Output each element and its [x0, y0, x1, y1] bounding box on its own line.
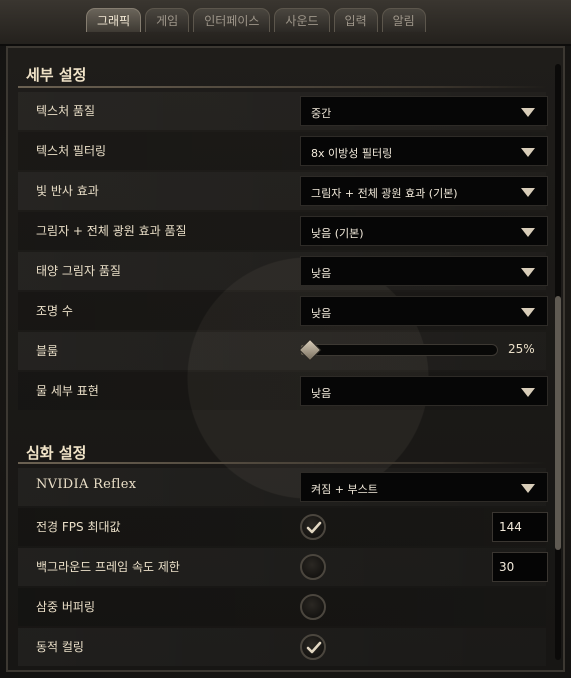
setting-label: 물 세부 표현	[36, 384, 99, 398]
dropdown-value: 낮음	[311, 387, 332, 400]
chevron-down-icon	[521, 308, 535, 317]
bloom-slider-thumb[interactable]	[298, 338, 322, 362]
section-title-advanced: 심화 설정	[26, 444, 87, 462]
triple-buffering-checkbox[interactable]	[300, 594, 326, 620]
scrollbar-thumb[interactable]	[555, 296, 561, 550]
setting-label: 전경 FPS 최대값	[36, 520, 121, 534]
chevron-down-icon	[521, 108, 535, 117]
texture-filtering-dropdown[interactable]: 8x 이방성 필터링	[300, 136, 548, 166]
setting-label: 태양 그림자 품질	[36, 264, 121, 278]
bloom-slider-track[interactable]	[300, 344, 498, 356]
setting-row-foreground-fps: 전경 FPS 최대값 144	[18, 508, 548, 546]
setting-label: NVIDIA Reflex	[36, 477, 137, 492]
foreground-fps-input[interactable]: 144	[492, 512, 548, 542]
section-title-detail: 세부 설정	[26, 66, 87, 84]
sun-shadow-quality-dropdown[interactable]: 낮음	[300, 256, 548, 286]
settings-window: 그래픽 게임 인터페이스 사운드 입력 알림 세부 설정 텍스처 품질 중간 텍…	[0, 0, 571, 678]
chevron-down-icon	[521, 228, 535, 237]
setting-label: 텍스처 필터링	[36, 144, 107, 158]
setting-row-background-fps: 백그라운드 프레임 속도 제한 30	[18, 548, 548, 586]
dropdown-value: 낮음	[311, 307, 332, 320]
dropdown-value: 켜짐 + 부스트	[311, 483, 378, 496]
tab-game[interactable]: 게임	[145, 8, 190, 32]
setting-label: 삼중 버퍼링	[36, 600, 96, 614]
setting-row-shadow-gi-quality: 그림자 + 전체 광원 효과 품질 낮음 (기본)	[18, 212, 548, 250]
setting-label: 조명 수	[36, 304, 73, 318]
setting-label: 동적 컬링	[36, 640, 84, 654]
section-divider	[18, 462, 546, 464]
setting-row-light-count: 조명 수 낮음	[18, 292, 548, 330]
setting-row-nvidia-reflex: NVIDIA Reflex 켜짐 + 부스트	[18, 468, 548, 506]
foreground-fps-checkbox[interactable]	[300, 514, 326, 540]
setting-row-triple-buffering: 삼중 버퍼링	[18, 588, 546, 626]
chevron-down-icon	[521, 484, 535, 493]
setting-row-texture-quality: 텍스처 품질 중간	[18, 92, 548, 130]
tab-input[interactable]: 입력	[333, 8, 378, 32]
setting-row-light-reflection: 빛 반사 효과 그림자 + 전체 광원 효과 (기본)	[18, 172, 548, 210]
setting-row-dynamic-culling: 동적 컬링	[18, 628, 546, 666]
section-divider	[18, 86, 546, 88]
chevron-down-icon	[521, 148, 535, 157]
setting-row-water-detail: 물 세부 표현 낮음	[18, 372, 548, 410]
dropdown-value: 8x 이방성 필터링	[311, 147, 393, 160]
dynamic-culling-checkbox[interactable]	[300, 634, 326, 660]
tab-interface[interactable]: 인터페이스	[193, 8, 271, 32]
shadow-gi-quality-dropdown[interactable]: 낮음 (기본)	[300, 216, 548, 246]
tab-notifications[interactable]: 알림	[381, 8, 426, 32]
bloom-value: 25%	[508, 342, 535, 356]
background-fps-checkbox[interactable]	[300, 554, 326, 580]
scrollbar[interactable]	[555, 64, 561, 660]
setting-row-texture-filtering: 텍스처 필터링 8x 이방성 필터링	[18, 132, 548, 170]
chevron-down-icon	[521, 268, 535, 277]
chevron-down-icon	[521, 188, 535, 197]
tab-bar: 그래픽 게임 인터페이스 사운드 입력 알림	[0, 0, 571, 46]
nvidia-reflex-dropdown[interactable]: 켜짐 + 부스트	[300, 472, 548, 502]
tab-sound[interactable]: 사운드	[274, 8, 330, 32]
setting-row-sun-shadow-quality: 태양 그림자 품질 낮음	[18, 252, 548, 290]
background-fps-input[interactable]: 30	[492, 552, 548, 582]
setting-label: 빛 반사 효과	[36, 184, 99, 198]
settings-panel: 세부 설정 텍스처 품질 중간 텍스처 필터링 8x 이방성 필터링 빛 반사 …	[6, 46, 565, 672]
setting-label: 백그라운드 프레임 속도 제한	[36, 560, 180, 574]
dropdown-value: 중간	[311, 107, 332, 120]
tabs: 그래픽 게임 인터페이스 사운드 입력 알림	[86, 8, 426, 34]
setting-label: 그림자 + 전체 광원 효과 품질	[36, 224, 187, 238]
dropdown-value: 그림자 + 전체 광원 효과 (기본)	[311, 187, 458, 200]
water-detail-dropdown[interactable]: 낮음	[300, 376, 548, 406]
check-icon	[306, 521, 322, 534]
setting-label: 텍스처 품질	[36, 104, 96, 118]
setting-row-bloom: 블룸 25%	[18, 332, 546, 370]
tab-graphics[interactable]: 그래픽	[86, 8, 142, 32]
dropdown-value: 낮음 (기본)	[311, 227, 364, 240]
texture-quality-dropdown[interactable]: 중간	[300, 96, 548, 126]
light-count-dropdown[interactable]: 낮음	[300, 296, 548, 326]
light-reflection-dropdown[interactable]: 그림자 + 전체 광원 효과 (기본)	[300, 176, 548, 206]
check-icon	[306, 641, 322, 654]
dropdown-value: 낮음	[311, 267, 332, 280]
chevron-down-icon	[521, 388, 535, 397]
setting-label: 블룸	[36, 344, 59, 358]
